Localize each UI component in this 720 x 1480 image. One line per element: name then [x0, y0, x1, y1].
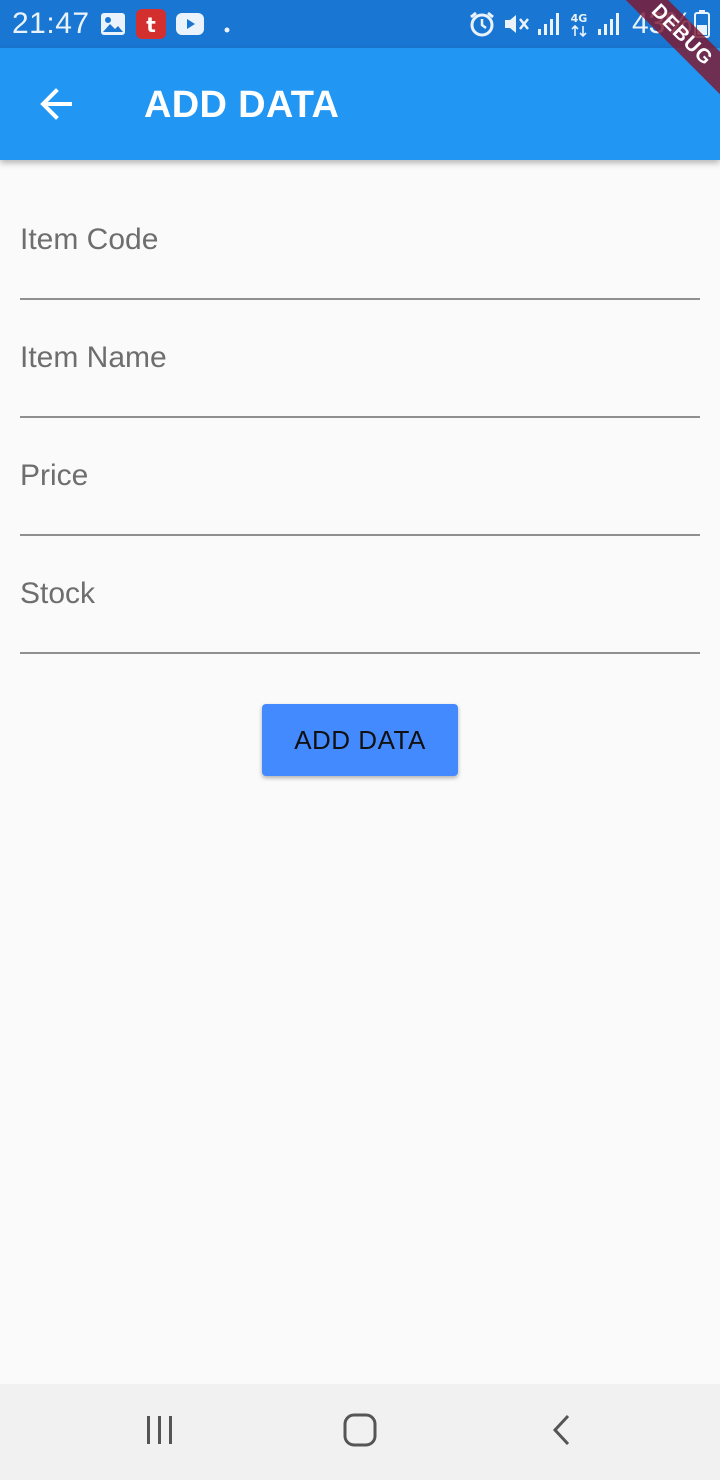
- page-title: ADD DATA: [144, 84, 340, 126]
- app-bar: ADD DATA: [0, 48, 720, 160]
- price-field[interactable]: Price: [20, 434, 704, 536]
- mute-icon: [502, 10, 530, 43]
- signal-icon: [536, 12, 562, 41]
- 4g-icon: 4G: [568, 10, 590, 43]
- back-button[interactable]: [28, 78, 84, 134]
- stock-input[interactable]: [20, 552, 704, 654]
- item-code-field[interactable]: Item Code: [20, 198, 704, 300]
- svg-text:t: t: [146, 13, 156, 37]
- alarm-icon: [468, 10, 496, 43]
- youtube-icon: [176, 13, 204, 40]
- system-nav-bar: [0, 1384, 720, 1480]
- recents-icon: [143, 1413, 177, 1452]
- home-icon: [342, 1412, 378, 1453]
- add-data-button[interactable]: ADD DATA: [262, 704, 458, 776]
- arrow-back-icon: [38, 86, 74, 127]
- gallery-icon: [100, 12, 126, 41]
- stock-field[interactable]: Stock: [20, 552, 704, 654]
- price-input[interactable]: [20, 434, 704, 536]
- telkomsel-icon: t: [136, 9, 166, 44]
- dot-icon: [224, 20, 230, 38]
- item-code-input[interactable]: [20, 198, 704, 300]
- item-name-field[interactable]: Item Name: [20, 316, 704, 418]
- recents-button[interactable]: [120, 1400, 200, 1464]
- svg-text:4G: 4G: [571, 12, 588, 25]
- status-bar: 21:47 t 4G: [0, 0, 720, 48]
- signal-icon: [596, 12, 622, 41]
- home-button[interactable]: [320, 1400, 400, 1464]
- item-name-input[interactable]: [20, 316, 704, 418]
- status-time: 21:47: [12, 7, 90, 40]
- back-icon: [550, 1412, 574, 1453]
- nav-back-button[interactable]: [522, 1400, 602, 1464]
